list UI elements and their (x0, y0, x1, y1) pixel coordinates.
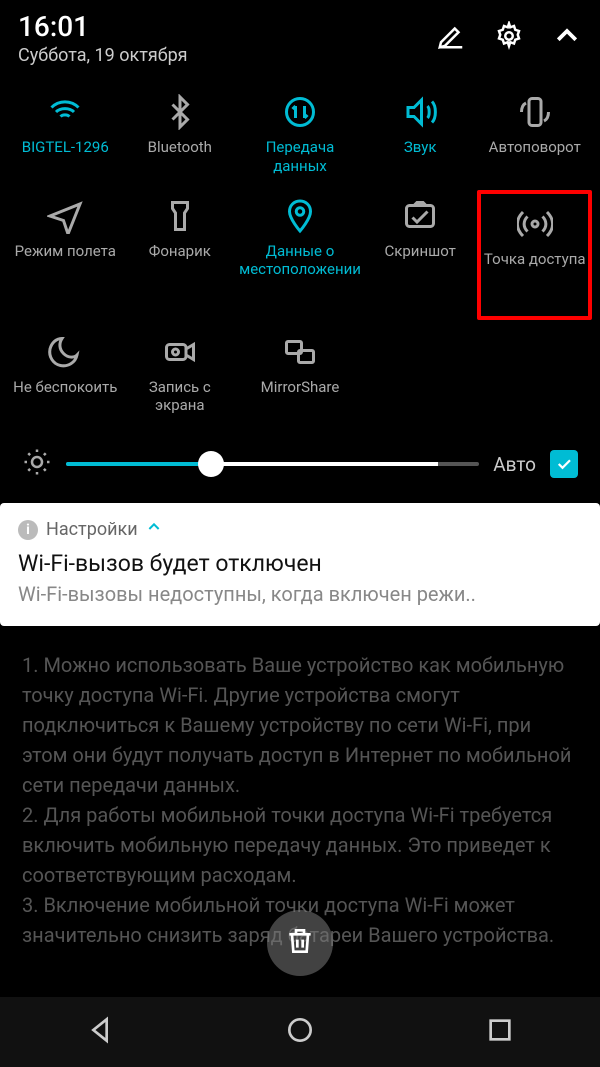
status-bar: 16:01 Суббота, 19 октября (0, 0, 600, 66)
notification-body: Wi-Fi-вызовы недоступны, когда включен р… (18, 581, 582, 608)
bluetooth-icon (162, 94, 198, 130)
screenshot-icon (402, 198, 438, 234)
nav-back-button[interactable] (84, 1014, 116, 1050)
qs-tile-airplane[interactable]: Режим полета (8, 190, 123, 320)
brightness-row: Авто (0, 431, 600, 503)
qs-label: MirrorShare (261, 378, 340, 397)
record-icon (162, 334, 198, 370)
qs-label: Звук (404, 138, 437, 157)
qs-label: Фонарик (149, 242, 211, 261)
qs-tile-mirrorshare[interactable]: MirrorShare (237, 326, 363, 424)
qs-tile-sound[interactable]: Звук (363, 86, 478, 184)
clock-date: Суббота, 19 октября (18, 45, 188, 66)
sound-icon (402, 94, 438, 130)
auto-brightness-checkbox[interactable] (550, 450, 578, 478)
trash-icon (284, 925, 316, 961)
quick-settings-grid: BIGTEL-1296 Bluetooth Передача данных Зв… (0, 66, 600, 431)
auto-brightness-label: Авто (493, 453, 536, 476)
qs-tile-screenrecord[interactable]: Запись с экрана (123, 326, 238, 424)
clock-time: 16:01 (18, 10, 188, 43)
qs-label: Автоповорот (489, 138, 581, 157)
chevron-up-icon[interactable] (146, 519, 162, 540)
qs-tile-rotate[interactable]: Автоповорот (477, 86, 592, 184)
qs-label: Передача данных (239, 138, 361, 176)
brightness-icon (22, 447, 52, 481)
info-icon: i (18, 520, 38, 540)
qs-label: BIGTEL-1296 (22, 138, 109, 157)
wifi-icon (47, 94, 83, 130)
qs-label: Скриншот (385, 242, 456, 261)
settings-icon[interactable] (494, 21, 524, 55)
qs-label: Не беспокоить (13, 378, 117, 397)
notification-app: Настройки (46, 519, 138, 540)
mirrorshare-icon (282, 334, 318, 370)
flashlight-icon (162, 198, 198, 234)
qs-label: Запись с экрана (125, 378, 236, 416)
brightness-thumb[interactable] (198, 451, 224, 477)
qs-label: Bluetooth (148, 138, 212, 157)
moon-icon (47, 334, 83, 370)
qs-label: Данные о местоположении (239, 242, 361, 280)
notification-card[interactable]: i Настройки Wi-Fi-вызов будет отключен W… (0, 503, 600, 626)
qs-tile-dnd[interactable]: Не беспокоить (8, 326, 123, 424)
qs-tile-flashlight[interactable]: Фонарик (123, 190, 238, 320)
qs-label: Режим полета (15, 242, 116, 261)
edit-icon[interactable] (436, 21, 466, 55)
qs-tile-hotspot[interactable]: Точка доступа (477, 190, 592, 320)
airplane-icon (47, 198, 83, 234)
data-transfer-icon (282, 94, 318, 130)
nav-recent-button[interactable] (484, 1014, 516, 1050)
qs-tile-location[interactable]: Данные о местоположении (237, 190, 363, 320)
nav-home-button[interactable] (284, 1014, 316, 1050)
navigation-bar (0, 997, 600, 1067)
qs-tile-wifi[interactable]: BIGTEL-1296 (8, 86, 123, 184)
collapse-icon[interactable] (552, 21, 582, 55)
notification-title: Wi-Fi-вызов будет отключен (18, 550, 582, 577)
clear-notifications-button[interactable] (267, 910, 333, 976)
brightness-slider[interactable] (66, 462, 479, 466)
hotspot-icon (517, 206, 553, 242)
qs-label: Точка доступа (484, 250, 586, 269)
location-icon (282, 198, 318, 234)
qs-tile-bluetooth[interactable]: Bluetooth (123, 86, 238, 184)
notification-header: i Настройки (18, 519, 582, 540)
qs-tile-screenshot[interactable]: Скриншот (363, 190, 478, 320)
rotate-icon (517, 94, 553, 130)
qs-tile-data[interactable]: Передача данных (237, 86, 363, 184)
